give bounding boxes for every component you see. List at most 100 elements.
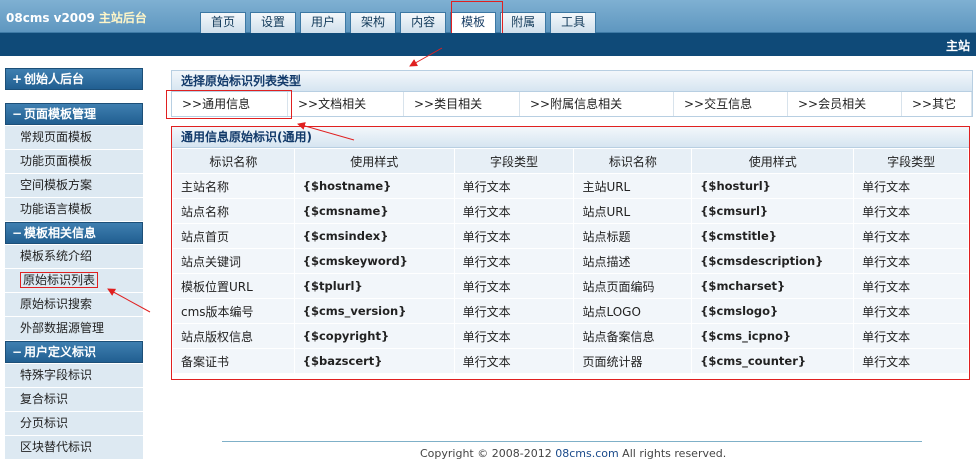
footer-divider [222,441,922,442]
table-cell: 单行文本 [853,273,969,299]
table-row: 站点名称 {$cmsname} 单行文本 站点URL {$cmsurl} 单行文本 [172,198,969,224]
sidebar-menu-label: 复合标识 [20,392,69,406]
site-label: 主站后台 [98,11,147,25]
tag-table: 标识名称 使用样式 字段类型 标识名称 使用样式 字段类型 主站名称 {$hostname}… [172,148,969,374]
main-nav-tabs: 首页 设置 用户 架构 内容 模板 附属 工具 [200,12,600,33]
column-header: 使用样式 [293,148,455,174]
sidebar-menu-label: 常规页面模板 [20,130,93,144]
table-cell: 站点备案信息 [573,323,693,349]
table-cell: 单行文本 [853,173,969,199]
nav-tab[interactable]: 附属 [500,12,547,33]
table-cell: 单行文本 [453,223,575,249]
sidebar-menu-item[interactable]: 空间模板方案 [5,174,143,198]
tag-code-cell: {$hostname} [293,173,455,199]
sidebar-section-header[interactable]: − 页面模板管理 [5,103,143,125]
app-logo: 08cms v2009 主站后台 [6,9,147,26]
tag-code-cell: {$tplurl} [293,273,455,299]
tag-code-cell: {$cms_version} [293,298,455,324]
sidebar-menu-item[interactable]: 模板系统介绍 [5,245,143,269]
table-cell: 单行文本 [853,223,969,249]
tag-code-cell: {$cmsurl} [691,198,855,224]
nav-tab[interactable]: 首页 [200,12,247,33]
sidebar-section-header[interactable]: + 创始人后台 [5,68,143,90]
tag-code-cell: {$cmslogo} [691,298,855,324]
sidebar-section-title: 创始人后台 [24,72,85,86]
tag-code-cell: {$cmskeyword} [293,248,455,274]
sidebar-menu-item[interactable]: 特殊字段标识 [5,364,143,388]
table-cell: 站点名称 [172,198,295,224]
sidebar-menu-item[interactable]: 外部数据源管理 [5,317,143,341]
sidebar-menu-item[interactable]: 区块替代标识 [5,436,143,460]
sidebar-menu-item[interactable]: 常规页面模板 [5,126,143,150]
sidebar-section-title: 模板相关信息 [24,226,97,240]
collapse-icon: − [12,345,23,359]
tag-code-cell: {$copyright} [293,323,455,349]
table-cell: 单行文本 [853,323,969,349]
sidebar-section-header[interactable]: − 模板相关信息 [5,222,143,244]
collapse-icon: − [12,107,23,121]
collapse-icon: − [12,226,23,240]
table-cell: cms版本编号 [172,298,295,324]
tag-type-link[interactable]: >>类目相关 [404,92,520,116]
sidebar-menu-item[interactable]: 功能语言模板 [5,198,143,222]
sidebar-menu-label: 模板系统介绍 [20,249,93,263]
tag-code-cell: {$cmstitle} [691,223,855,249]
table-cell: 单行文本 [453,298,575,324]
footer-link[interactable]: 08cms.com [555,447,618,460]
footer: Copyright © 2008-2012 08cms.com All righ… [420,447,726,460]
tag-type-link[interactable]: >>文档相关 [288,92,404,116]
table-header-row: 标识名称 使用样式 字段类型 标识名称 使用样式 字段类型 [172,148,969,174]
sidebar-menu-label: 特殊字段标识 [20,368,93,382]
tag-type-link[interactable]: >>附属信息相关 [520,92,674,116]
sidebar-menu-item[interactable]: 复合标识 [5,388,143,412]
tag-type-link[interactable]: >>交互信息 [674,92,788,116]
sidebar-menu-item[interactable]: 原始标识列表 [5,269,143,293]
tag-code-cell: {$bazscert} [293,348,455,374]
sidebar-section-title: 用户定义标识 [24,345,97,359]
table-row: 站点关键词 {$cmskeyword} 单行文本 站点描述 {$cmsdescripti… [172,248,969,274]
tag-type-link[interactable]: >>会员相关 [788,92,902,116]
table-cell: 主站名称 [172,173,295,199]
nav-tab[interactable]: 内容 [400,12,447,33]
footer-rights: All rights reserved. [618,447,727,460]
sidebar-menu-label: 分页标识 [20,416,69,430]
table-cell: 站点LOGO [573,298,693,324]
table-cell: 站点页面编码 [573,273,693,299]
tag-type-link[interactable]: >>其它 [902,92,972,116]
column-header: 字段类型 [853,148,969,174]
sidebar-menu-label: 原始标识列表 [20,272,99,288]
sidebar-section-title: 页面模板管理 [24,107,97,121]
nav-tab[interactable]: 设置 [250,12,297,33]
table-cell: 单行文本 [453,173,575,199]
table-cell: 站点首页 [172,223,295,249]
table-cell: 模板位置URL [172,273,295,299]
sidebar-menu-label: 外部数据源管理 [20,321,105,335]
table-row: 站点版权信息 {$copyright} 单行文本 站点备案信息 {$cms_icpno}… [172,323,969,349]
table-cell: 站点描述 [573,248,693,274]
column-header: 标识名称 [573,148,693,174]
table-cell: 站点版权信息 [172,323,295,349]
sidebar-section-header[interactable]: − 用户定义标识 [5,341,143,363]
nav-tab[interactable]: 工具 [550,12,597,33]
column-header: 标识名称 [172,148,295,174]
table-row: 主站名称 {$hostname} 单行文本 主站URL {$hosturl} 单行文本 [172,173,969,199]
table-cell: 单行文本 [853,348,969,374]
sidebar-menu-label: 功能语言模板 [20,202,93,216]
sub-header-bar: 主站 [0,33,976,56]
sidebar-menu-item[interactable]: 功能页面模板 [5,150,143,174]
tag-type-panel-title: 选择原始标识列表类型 [172,71,972,92]
table-row: 站点首页 {$cmsindex} 单行文本 站点标题 {$cmstitle} 单行文本 [172,223,969,249]
nav-tab[interactable]: 用户 [300,12,347,33]
logo-text: 08cms v2009 [6,11,95,25]
table-cell: 站点标题 [573,223,693,249]
table-row: cms版本编号 {$cms_version} 单行文本 站点LOGO {$cmslogo… [172,298,969,324]
tag-code-cell: {$cmsname} [293,198,455,224]
sidebar-menu-item[interactable]: 原始标识搜索 [5,293,143,317]
sidebar-menu-label: 空间模板方案 [20,178,93,192]
table-row: 模板位置URL {$tplurl} 单行文本 站点页面编码 {$mcharset} 单行文… [172,273,969,299]
table-cell: 站点URL [573,198,693,224]
column-header: 使用样式 [691,148,855,174]
sidebar-menu-item[interactable]: 分页标识 [5,412,143,436]
nav-tab[interactable]: 架构 [350,12,397,33]
table-cell: 单行文本 [853,198,969,224]
